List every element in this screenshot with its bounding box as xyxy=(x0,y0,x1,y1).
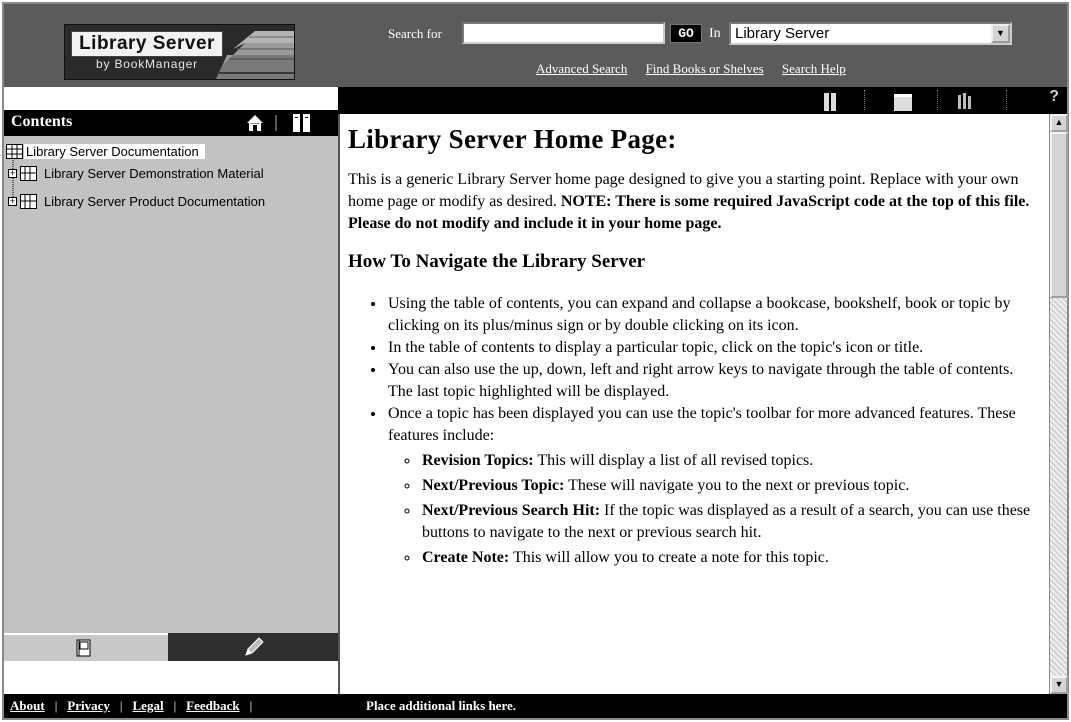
feedback-link[interactable]: Feedback xyxy=(186,698,239,713)
page-title: Library Server Home Page: xyxy=(348,124,677,154)
search-scope-value: Library Server xyxy=(735,25,830,42)
search-input[interactable] xyxy=(462,22,665,44)
scroll-down-arrow-icon[interactable]: ▼ xyxy=(1050,676,1068,694)
toolbar-separator xyxy=(937,90,938,110)
find-books-link[interactable]: Find Books or Shelves xyxy=(646,61,764,76)
toc-item-product-docs[interactable]: + Library Server Product Documentation xyxy=(8,192,265,212)
footer-bar: About | Privacy | Legal | Feedback | Place addi… xyxy=(4,694,1067,718)
home-icon[interactable] xyxy=(246,114,264,132)
footer-separator: | xyxy=(249,698,253,713)
footer-separator: | xyxy=(54,698,58,713)
feature-list: Revision Topics: This will display a lis… xyxy=(388,450,1041,569)
scrollbar-thumb[interactable] xyxy=(1050,132,1068,298)
feature-item: Next/Previous Topic: These will navigate… xyxy=(420,475,1041,497)
search-help-link[interactable]: Search Help xyxy=(782,61,846,76)
toc-item-label: Library Server Product Documentation xyxy=(44,194,266,209)
panel-tabs xyxy=(4,633,338,661)
single-frame-icon[interactable] xyxy=(894,93,912,111)
scroll-up-arrow-icon[interactable]: ▲ xyxy=(1050,114,1068,132)
chevron-down-icon[interactable]: ▼ xyxy=(991,24,1010,43)
table-of-contents: Library Server Documentation + Library S… xyxy=(4,136,338,633)
bookcase-icon xyxy=(6,144,23,159)
intro-paragraph: This is a generic Library Server home pa… xyxy=(348,169,1041,235)
book-icon xyxy=(76,639,91,657)
topic-toolbar: ? xyxy=(338,87,1067,114)
vertical-scrollbar[interactable]: ▲ ▼ xyxy=(1049,114,1068,694)
feature-text: This will display a list of all revised … xyxy=(537,452,814,469)
toolbar-separator xyxy=(275,115,277,131)
logo-subtitle: by BookManager xyxy=(96,57,198,71)
toc-item-label: Library Server Documentation xyxy=(24,144,205,159)
logo-plate: Library Server by BookManager xyxy=(71,31,223,75)
toolbar-separator xyxy=(864,90,865,110)
columns-icon[interactable] xyxy=(293,114,310,132)
header-bar: Library Server by BookManager Search for… xyxy=(4,4,1067,87)
feature-text: This will allow you to create a note for… xyxy=(512,549,829,566)
list-item: Once a topic has been displayed you can … xyxy=(386,403,1041,569)
feature-text: These will navigate you to the next or p… xyxy=(568,477,910,494)
list-item: Using the table of contents, you can exp… xyxy=(386,293,1041,337)
columns-icon[interactable] xyxy=(824,93,836,111)
pencil-icon xyxy=(245,637,264,656)
expand-plus-icon[interactable]: + xyxy=(8,169,17,178)
feature-name: Next/Previous Search Hit: xyxy=(422,502,601,519)
privacy-link[interactable]: Privacy xyxy=(67,698,110,713)
tab-contents[interactable] xyxy=(4,633,168,661)
feature-item: Next/Previous Search Hit: If the topic w… xyxy=(420,500,1041,544)
footer-separator: | xyxy=(173,698,177,713)
contents-header: Contents xyxy=(4,110,338,136)
toc-item-label: Library Server Demonstration Material xyxy=(44,166,264,181)
tab-notes[interactable] xyxy=(168,633,338,661)
logo-title: Library Server xyxy=(71,31,223,57)
list-item-text: Once a topic has been displayed you can … xyxy=(388,405,1016,444)
topic-content: Library Server Home Page: This is a gene… xyxy=(338,114,1049,694)
feature-name: Next/Previous Topic: xyxy=(422,477,565,494)
expand-plus-icon[interactable]: + xyxy=(8,197,17,206)
toolbar-separator xyxy=(1006,90,1007,110)
search-label: Search for xyxy=(388,26,442,41)
footer-links: About | Privacy | Legal | Feedback | xyxy=(10,698,262,714)
feature-item: Create Note: This will allow you to crea… xyxy=(420,547,1041,569)
feature-name: Revision Topics: xyxy=(422,452,534,469)
feature-item: Revision Topics: This will display a lis… xyxy=(420,450,1041,472)
search-links: Advanced Search Find Books or Shelves Se… xyxy=(536,61,861,77)
in-label: In xyxy=(709,26,721,41)
footer-note: Place additional links here. xyxy=(366,698,516,713)
help-icon[interactable]: ? xyxy=(1049,88,1059,106)
toc-item-documentation[interactable]: Library Server Documentation xyxy=(6,142,205,162)
list-item: In the table of contents to display a pa… xyxy=(386,337,1041,359)
library-server-logo[interactable]: Library Server by BookManager xyxy=(64,24,295,80)
bookshelf-icon xyxy=(20,166,37,181)
navigation-list: Using the table of contents, you can exp… xyxy=(348,293,1041,569)
bookshelf-icon xyxy=(20,194,37,209)
list-item: You can also use the up, down, left and … xyxy=(386,359,1041,403)
feature-name: Create Note: xyxy=(422,549,510,566)
advanced-search-link[interactable]: Advanced Search xyxy=(536,61,627,76)
section-heading: How To Navigate the Library Server xyxy=(348,251,646,272)
bookshelf-icon[interactable] xyxy=(958,93,972,109)
search-scope-select[interactable]: Library Server ▼ xyxy=(729,22,1012,45)
browser-frame: Library Server by BookManager Search for… xyxy=(2,2,1069,720)
bookstack-icon xyxy=(215,31,294,79)
contents-title: Contents xyxy=(11,113,73,130)
footer-separator: | xyxy=(119,698,123,713)
go-button[interactable]: GO xyxy=(670,24,702,43)
legal-link[interactable]: Legal xyxy=(133,698,164,713)
toc-item-demonstration[interactable]: + Library Server Demonstration Material xyxy=(8,164,264,184)
about-link[interactable]: About xyxy=(10,698,45,713)
